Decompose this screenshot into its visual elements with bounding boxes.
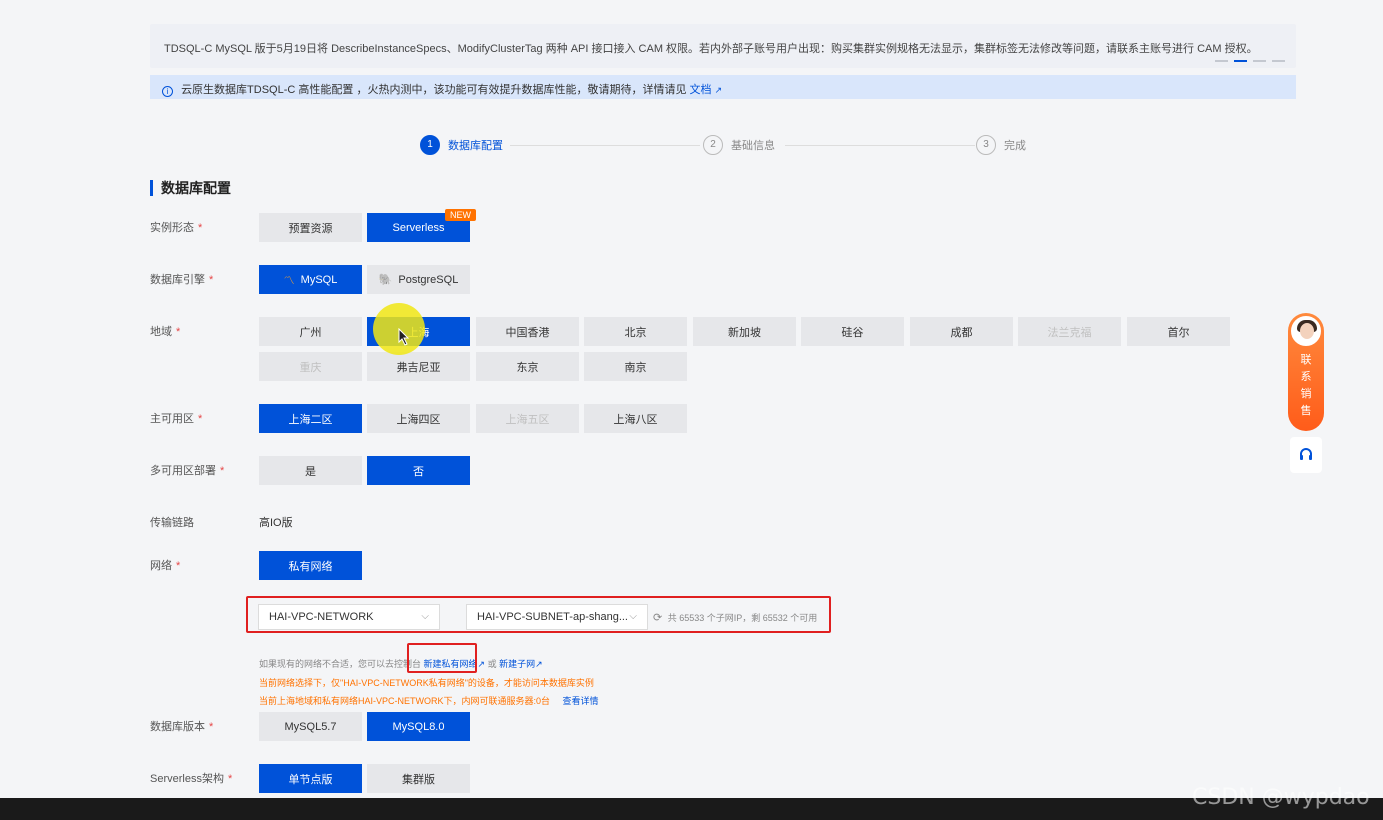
network-label: 网络 * xyxy=(150,560,181,572)
engine-postgresql-button[interactable]: 🐘 PostgreSQL xyxy=(367,265,470,294)
highlight-box-new-vpc xyxy=(407,643,477,673)
avatar xyxy=(1291,316,1321,346)
serverless-arch-label: Serverless架构 * xyxy=(150,773,233,785)
cluster-button[interactable]: 集群版 xyxy=(367,764,470,793)
zone-button-selected[interactable]: 上海二区 xyxy=(259,404,362,433)
mysql-icon: 〽 xyxy=(283,274,295,287)
zone-button-disabled: 上海五区 xyxy=(476,404,579,433)
region-button-disabled: 重庆 xyxy=(259,352,362,381)
hint-text: 如果现有的网络不合适，您可以去控制台 xyxy=(259,659,422,669)
region-label: 地域 * xyxy=(150,326,181,338)
zone-button[interactable]: 上海四区 xyxy=(367,404,470,433)
link-value: 高IO版 xyxy=(259,517,293,529)
region-button-disabled: 法兰克福 xyxy=(1018,317,1121,346)
step-label: 数据库配置 xyxy=(448,140,503,152)
region-button[interactable]: 广州 xyxy=(259,317,362,346)
pager-dot[interactable] xyxy=(1215,60,1228,62)
version-80-button[interactable]: MySQL8.0 xyxy=(367,712,470,741)
new-badge: NEW xyxy=(445,209,476,221)
mouse-cursor-icon xyxy=(398,328,410,346)
external-link-icon: ↗ xyxy=(477,659,486,669)
step-label: 基础信息 xyxy=(731,140,775,152)
pager-dot[interactable] xyxy=(1253,60,1266,62)
warning-text: 当前上海地域和私有网络HAI-VPC-NETWORK下，内网可联通服务器:0台 xyxy=(259,696,551,706)
region-button[interactable]: 南京 xyxy=(584,352,687,381)
region-button[interactable]: 首尔 xyxy=(1127,317,1230,346)
region-button[interactable]: 成都 xyxy=(910,317,1013,346)
multi-az-label: 多可用区部署 * xyxy=(150,465,225,477)
multi-az-no-button[interactable]: 否 xyxy=(367,456,470,485)
version-57-button[interactable]: MySQL5.7 xyxy=(259,712,362,741)
contact-sales-button[interactable]: 联系销售 xyxy=(1288,313,1324,431)
notice-text: TDSQL-C MySQL 版于5月19日将 DescribeInstanceS… xyxy=(164,43,1258,55)
zone-button[interactable]: 上海八区 xyxy=(584,404,687,433)
pager-dot[interactable] xyxy=(1272,60,1285,62)
support-button[interactable] xyxy=(1290,437,1322,473)
step-1: 1 数据库配置 xyxy=(420,135,503,155)
single-node-button[interactable]: 单节点版 xyxy=(259,764,362,793)
step-divider xyxy=(510,145,700,146)
region-button[interactable]: 弗吉尼亚 xyxy=(367,352,470,381)
hint-text: 或 xyxy=(487,659,497,669)
contact-sales-label: 联系销售 xyxy=(1300,354,1312,417)
bottom-bar xyxy=(0,798,1383,820)
step-divider xyxy=(785,145,975,146)
notice-pager[interactable] xyxy=(1215,60,1285,63)
step-number: 1 xyxy=(420,135,440,155)
section-title: 数据库配置 xyxy=(150,180,231,196)
notice-banner: TDSQL-C MySQL 版于5月19日将 DescribeInstanceS… xyxy=(150,24,1296,68)
new-subnet-link[interactable]: 新建子网 xyxy=(499,659,535,669)
instance-type-preset-button[interactable]: 预置资源 xyxy=(259,213,362,242)
network-warning-1: 当前网络选择下，仅"HAI-VPC-NETWORK私有网络"的设备，才能访问本数… xyxy=(259,678,594,688)
view-details-link[interactable]: 查看详情 xyxy=(563,696,599,706)
highlight-box-network xyxy=(246,596,831,633)
region-button[interactable]: 东京 xyxy=(476,352,579,381)
engine-label: 数据库引擎 * xyxy=(150,274,214,286)
region-button[interactable]: 中国香港 xyxy=(476,317,579,346)
external-link-icon: ↗ xyxy=(535,659,543,669)
info-text: 云原生数据库TDSQL-C 高性能配置 ，火热内测中，该功能可有效提升数据库性能… xyxy=(181,84,687,96)
engine-option-label: MySQL xyxy=(300,273,338,286)
info-banner: i 云原生数据库TDSQL-C 高性能配置 ，火热内测中，该功能可有效提升数据库… xyxy=(150,75,1296,99)
network-hint: 如果现有的网络不合适，您可以去控制台 新建私有网络↗ 或 新建子网↗ xyxy=(259,657,543,670)
zone-label: 主可用区 * xyxy=(150,413,203,425)
network-warning-2: 当前上海地域和私有网络HAI-VPC-NETWORK下，内网可联通服务器:0台 … xyxy=(259,694,599,707)
instance-type-label: 实例形态 * xyxy=(150,222,203,234)
step-number: 3 xyxy=(976,135,996,155)
engine-option-label: PostgreSQL xyxy=(398,273,459,286)
version-label: 数据库版本 * xyxy=(150,721,214,733)
region-button[interactable]: 北京 xyxy=(584,317,687,346)
stepper: 1 数据库配置 2 基础信息 3 完成 xyxy=(420,135,1040,157)
network-type-button[interactable]: 私有网络 xyxy=(259,551,362,580)
pager-dot-active[interactable] xyxy=(1234,60,1247,62)
doc-link[interactable]: 文档 xyxy=(690,84,712,96)
step-3: 3 完成 xyxy=(976,135,1026,155)
watermark: CSDN @wypdao xyxy=(1192,785,1370,810)
engine-mysql-button[interactable]: 〽 MySQL xyxy=(259,265,362,294)
step-label: 完成 xyxy=(1004,140,1026,152)
step-2: 2 基础信息 xyxy=(703,135,775,155)
multi-az-yes-button[interactable]: 是 xyxy=(259,456,362,485)
region-button[interactable]: 新加坡 xyxy=(693,317,796,346)
step-number: 2 xyxy=(703,135,723,155)
link-label: 传输链路 xyxy=(150,517,194,529)
external-link-icon: ↗ xyxy=(714,85,723,95)
headset-icon xyxy=(1300,448,1312,460)
postgresql-icon: 🐘 xyxy=(378,274,393,286)
region-button[interactable]: 硅谷 xyxy=(801,317,904,346)
info-icon: i xyxy=(162,86,173,97)
